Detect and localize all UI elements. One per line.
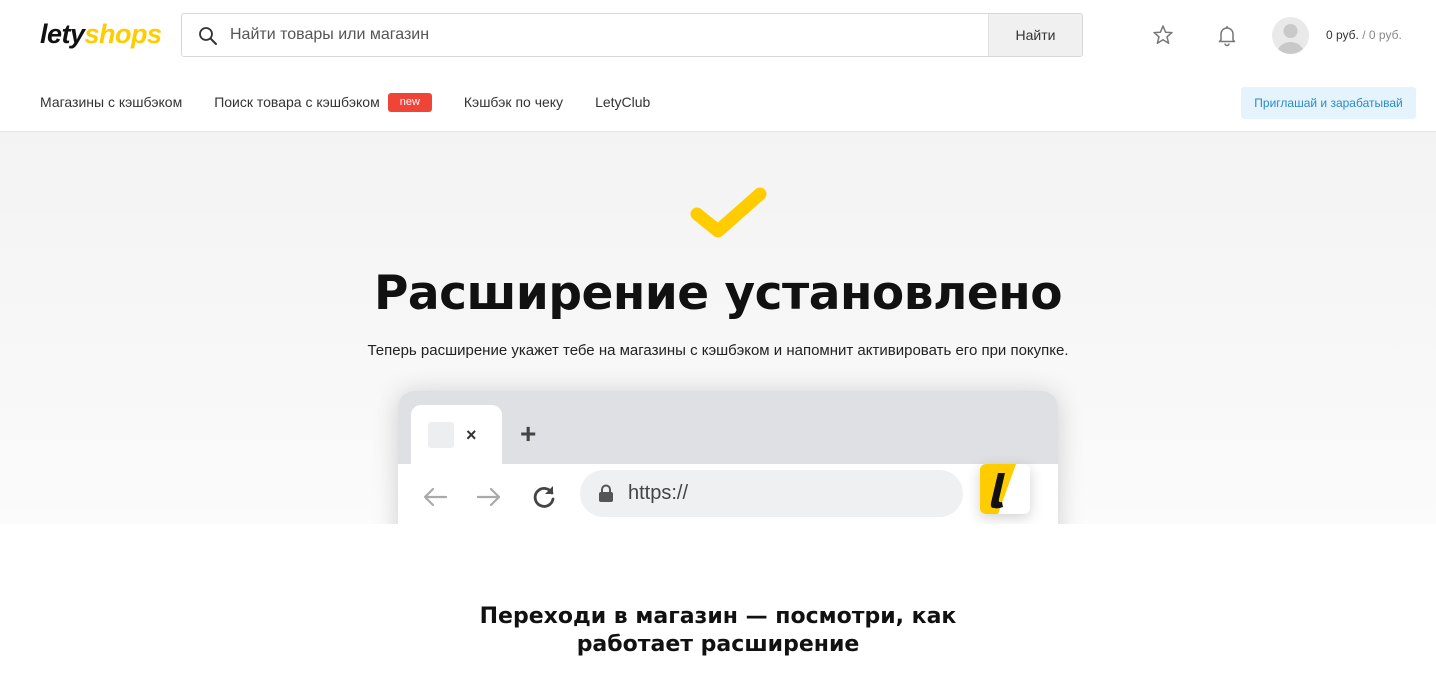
section-title: Переходи в магазин — посмотри, как работ… xyxy=(0,603,1436,659)
browser-toolbar: https:// xyxy=(398,464,1058,524)
hero-section: Расширение установлено Теперь расширение… xyxy=(0,132,1436,524)
url-bar: https:// xyxy=(580,470,963,517)
forward-arrow-icon xyxy=(476,487,501,507)
checkmark-icon xyxy=(690,187,767,238)
bell-icon[interactable] xyxy=(1214,22,1240,48)
balance-pending: 0 руб. xyxy=(1368,28,1402,42)
section-title-line1: Переходи в магазин — посмотри, как xyxy=(479,604,957,629)
page: letyshops Найти 0 руб. / 0 руб. Магази xyxy=(0,0,1436,676)
letyshops-extension-icon xyxy=(980,464,1030,514)
balance-separator: / xyxy=(1362,28,1366,42)
site-header: letyshops Найти 0 руб. / 0 руб. Магази xyxy=(0,0,1436,132)
letyshops-logo[interactable]: letyshops xyxy=(40,18,162,50)
search-icon xyxy=(199,27,217,45)
favicon-placeholder-icon xyxy=(428,422,454,448)
balance[interactable]: 0 руб. / 0 руб. xyxy=(1326,28,1402,42)
nav-item-label: Кэшбэк по чеку xyxy=(463,94,564,110)
avatar[interactable] xyxy=(1272,17,1309,54)
nav-item-cashback-shops[interactable]: Магазины с кэшбэком xyxy=(40,94,182,110)
balance-approved: 0 руб. xyxy=(1326,28,1359,42)
main-nav: Магазины с кэшбэком Поиск товара с кэшбэ… xyxy=(40,90,682,114)
nav-item-label: Поиск товара с кэшбэком xyxy=(214,94,380,110)
star-icon[interactable] xyxy=(1150,22,1176,48)
search-input[interactable] xyxy=(230,14,970,56)
back-arrow-icon xyxy=(423,487,448,507)
browser-tab: × xyxy=(411,405,502,465)
section-title-line2: работает расширение xyxy=(576,632,860,657)
invite-button[interactable]: Приглашай и зарабатывай xyxy=(1241,87,1416,119)
plus-icon: + xyxy=(520,418,537,449)
nav-item-label: LetyClub xyxy=(595,94,651,110)
browser-tabbar: × + xyxy=(398,391,1058,465)
page-subtitle: Теперь расширение укажет тебе на магазин… xyxy=(367,342,1069,359)
new-badge: new xyxy=(387,92,432,112)
nav-item-receipt-cashback[interactable]: Кэшбэк по чеку xyxy=(464,94,563,110)
search-button[interactable]: Найти xyxy=(988,14,1082,56)
url-text: https:// xyxy=(628,482,689,504)
search-bar: Найти xyxy=(181,13,1083,57)
browser-illustration: × + https:// xyxy=(398,391,1058,524)
nav-item-label: Магазины с кэшбэком xyxy=(40,94,183,110)
lock-icon xyxy=(599,484,613,502)
reload-icon xyxy=(533,486,555,508)
page-title: Расширение установлено xyxy=(373,266,1063,321)
close-icon: × xyxy=(466,425,477,445)
nav-item-product-search[interactable]: Поиск товара с кэшбэком new xyxy=(214,92,432,112)
nav-item-letyclub[interactable]: LetyClub xyxy=(595,94,650,110)
logo-part-shops: shops xyxy=(84,19,163,49)
logo-part-lety: lety xyxy=(40,19,85,49)
